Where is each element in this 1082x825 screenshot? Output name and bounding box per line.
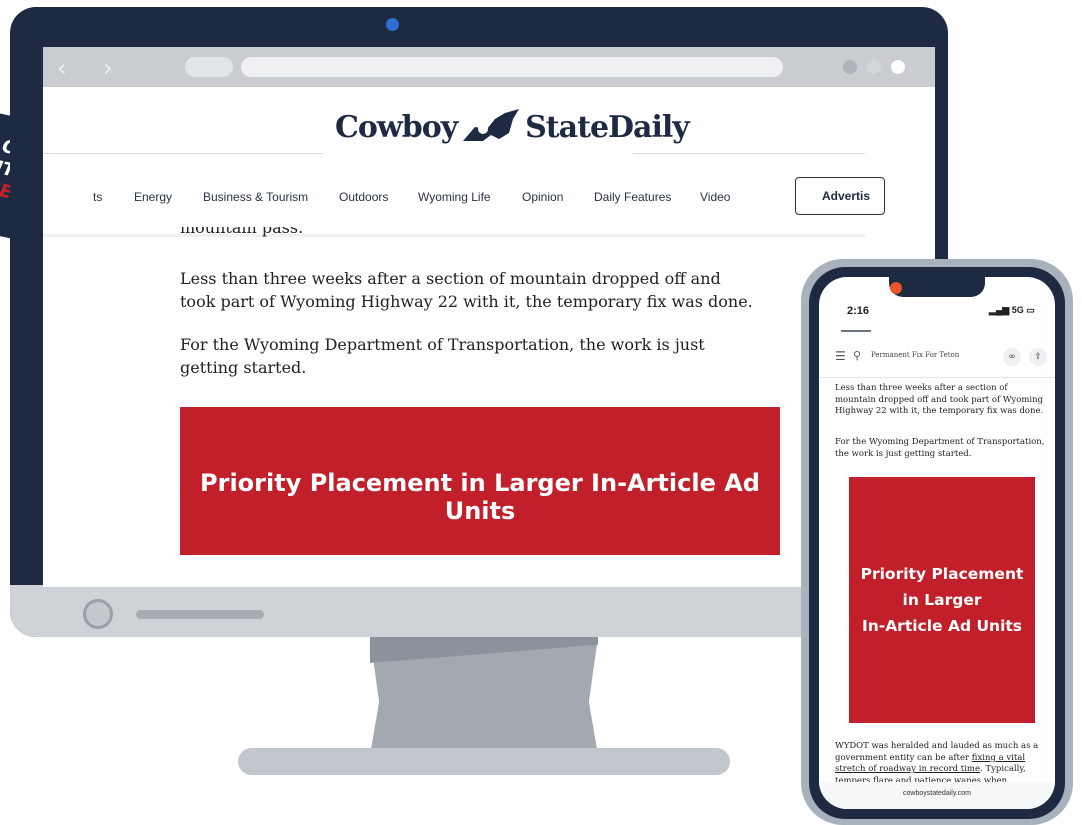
logo-rule-left	[43, 153, 323, 154]
article-partial-text: mountain pass.	[180, 227, 304, 237]
browser-toolbar: ‹ ›	[43, 47, 935, 87]
in-article-ad[interactable]: Priority Placement in Larger In-Article …	[180, 407, 780, 555]
chevron-left-icon[interactable]: ‹	[57, 54, 67, 82]
article-paragraph-2: For the Wyoming Department of Transporta…	[180, 335, 705, 377]
nav-item-outdoors[interactable]: Outdoors	[339, 190, 388, 204]
monitor-base	[238, 748, 730, 775]
tab-pill[interactable]	[185, 57, 233, 77]
mobile-ad-line-2: in Larger	[902, 591, 982, 609]
power-button	[83, 599, 113, 629]
nav-item-business-tourism[interactable]: Business & Tourism	[203, 190, 308, 204]
mobile-paragraph-2: For the Wyoming Department of Transporta…	[835, 437, 1045, 459]
chevron-right-icon[interactable]: ›	[103, 54, 113, 82]
monitor-slot	[136, 610, 264, 619]
mobile-header-divider	[819, 377, 1055, 378]
phone-notch	[889, 277, 985, 297]
mobile-ad-line-3: In-Article Ad Units	[861, 617, 1023, 635]
window-dot-3	[891, 60, 905, 74]
tab-indicator	[841, 330, 871, 332]
share-icon[interactable]: ⇪	[1029, 348, 1047, 366]
article-partial-line: mountain pass.	[180, 227, 760, 239]
phone-bezel: 2:16 ▂▄▆ 5G ▭ ☰ ⚲ Permanent Fix For Teto…	[809, 267, 1065, 819]
window-dot-2	[867, 60, 881, 74]
nav-item-wyoming-life[interactable]: Wyoming Life	[418, 190, 491, 204]
mobile-phone: 2:16 ▂▄▆ 5G ▭ ☰ ⚲ Permanent Fix For Teto…	[801, 259, 1073, 825]
ad-text: Priority Placement in Larger In-Article …	[200, 469, 760, 525]
logo-text-left: Cowboy	[335, 109, 458, 145]
search-icon[interactable]: ⚲	[853, 349, 861, 362]
webcam-icon	[386, 18, 399, 31]
nav-item-video[interactable]: Video	[700, 190, 730, 204]
advertise-button[interactable]: Advertis	[795, 177, 885, 215]
status-signal: ▂▄▆ 5G ▭	[989, 305, 1035, 315]
address-bar[interactable]	[241, 57, 783, 77]
advertise-label: Advertis	[822, 189, 871, 203]
status-time: 2:16	[847, 305, 870, 317]
nav-item-opinion[interactable]: Opinion	[522, 190, 563, 204]
article-paragraph-1: Less than three weeks after a section of…	[180, 269, 753, 311]
mobile-in-article-ad[interactable]: Priority Placement in Larger In-Article …	[849, 477, 1035, 723]
nav-item-daily-features[interactable]: Daily Features	[594, 190, 671, 204]
logo-rule-right	[633, 153, 865, 154]
mobile-ad-line-1: Priority Placement	[860, 565, 1024, 583]
link-icon[interactable]: ∞	[1003, 348, 1021, 366]
nav-item-energy[interactable]: Energy	[134, 190, 172, 204]
mobile-footer-url: cowboystatedaily.com	[903, 790, 971, 797]
phone-screen: 2:16 ▂▄▆ 5G ▭ ☰ ⚲ Permanent Fix For Teto…	[819, 277, 1055, 809]
mobile-url-footer[interactable]: cowboystatedaily.com	[819, 782, 1055, 809]
menu-icon[interactable]: ☰	[835, 349, 846, 363]
nav-item-ts[interactable]: ts	[93, 190, 102, 204]
phone-camera-icon	[890, 282, 902, 294]
window-dot-1	[843, 60, 857, 74]
mobile-address-bar[interactable]: ☰ ⚲ Permanent Fix For Teton Pass ∞ ⇪	[835, 348, 1047, 366]
status-network: 5G	[1011, 305, 1024, 315]
mobile-paragraph-1: Less than three weeks after a section of…	[835, 383, 1044, 416]
site-logo[interactable]: Cowboy StateDaily	[335, 107, 690, 147]
mobile-tab-title: Permanent Fix For Teton Pass	[871, 351, 961, 359]
bucking-horse-icon	[463, 109, 520, 141]
logo-text-right: StateDaily	[525, 109, 690, 145]
